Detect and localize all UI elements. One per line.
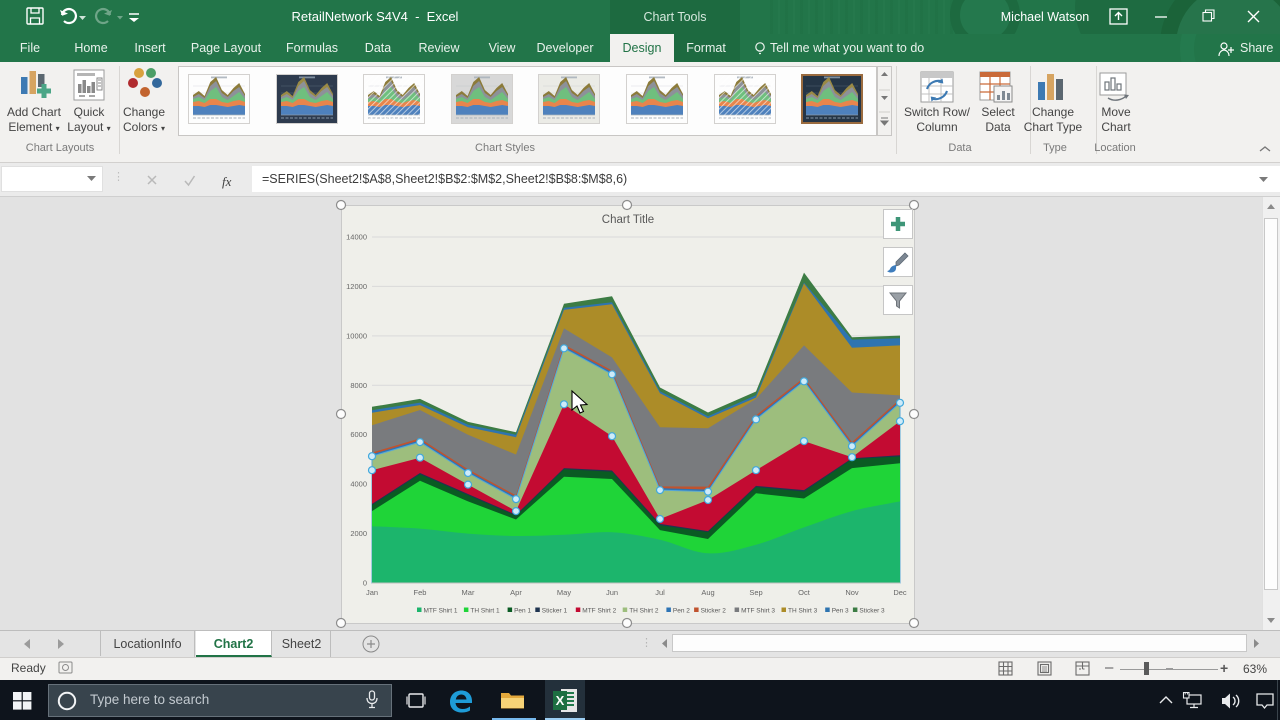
- svg-text:X: X: [556, 693, 565, 708]
- svg-text:fx: fx: [222, 174, 232, 189]
